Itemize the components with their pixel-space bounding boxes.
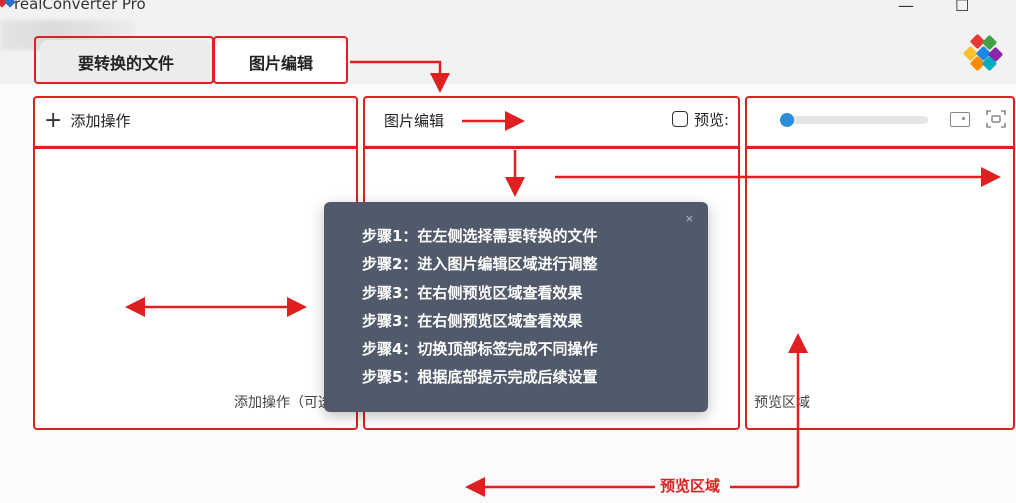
- preview-label: 预览:: [694, 111, 730, 129]
- app-title: realConverter Pro: [14, 0, 146, 13]
- add-operation-label: 添加操作: [70, 112, 131, 130]
- preview-checkbox[interactable]: [672, 111, 688, 127]
- tab-files[interactable]: 要转换的文件: [40, 40, 212, 83]
- step-item: 步骤1：在左侧选择需要转换的文件: [362, 227, 598, 245]
- image-edit-title: 图片编辑: [384, 112, 445, 130]
- zoom-slider[interactable]: [782, 116, 928, 124]
- preview-toolbar: [746, 96, 1012, 146]
- add-operation-header[interactable]: + 添加操作: [34, 96, 356, 146]
- image-edit-header: 图片编辑 预览:: [364, 96, 738, 146]
- step-list: 步骤1：在左侧选择需要转换的文件 步骤2：进入图片编辑区域进行调整 步骤3：在右…: [362, 222, 597, 392]
- add-operation-hint: 添加操作（可选): [234, 395, 338, 411]
- frame-icon[interactable]: [986, 110, 1006, 128]
- step-item: 步骤5：根据底部提示完成后续设置: [362, 368, 598, 387]
- guide-tooltip: × 步骤1：在左侧选择需要转换的文件 步骤2：进入图片编辑区域进行调整 步骤3：…: [324, 202, 708, 412]
- zoom-slider-handle[interactable]: [780, 113, 794, 127]
- step-item: 步骤3：在右侧预览区域查看效果: [362, 283, 583, 302]
- step-item: 步骤4：切换顶部标签完成不同操作: [362, 340, 598, 359]
- minimize-button[interactable]: —: [898, 0, 914, 15]
- close-icon[interactable]: ×: [685, 212, 694, 225]
- preview-area-label: 预览区域: [754, 395, 810, 411]
- title-bar: realConverter Pro — ☐: [0, 0, 1016, 32]
- preview-area-annotation: 预览区域: [660, 477, 721, 495]
- fit-screen-icon[interactable]: [950, 112, 970, 127]
- plus-icon[interactable]: +: [44, 109, 62, 132]
- maximize-button[interactable]: ☐: [955, 0, 969, 15]
- tab-image-edit[interactable]: 图片编辑: [216, 40, 346, 83]
- brand-logo-icon: [963, 34, 1003, 71]
- step-item: 步骤3：在右侧预览区域查看效果: [362, 311, 583, 330]
- preview-panel: 预览区域: [746, 96, 1012, 430]
- add-operation-panel: + 添加操作 添加操作（可选): [34, 96, 356, 430]
- step-item: 步骤2：进入图片编辑区域进行调整: [362, 255, 598, 274]
